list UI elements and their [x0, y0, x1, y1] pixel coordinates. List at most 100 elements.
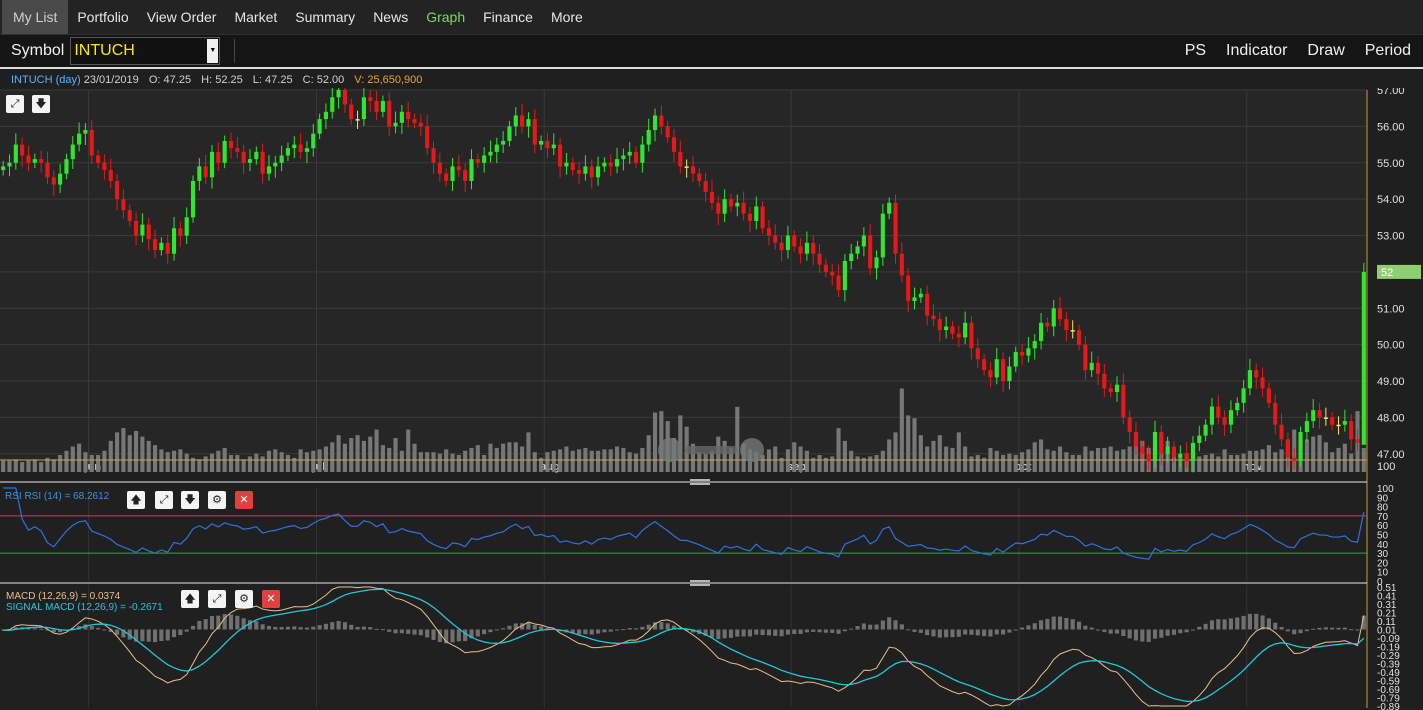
- arrow-down-icon[interactable]: 🡇: [32, 95, 50, 113]
- tab-portfolio[interactable]: Portfolio: [68, 0, 137, 34]
- volume-bar: [703, 453, 708, 472]
- volume-bar: [361, 440, 366, 472]
- macd-histogram-bar: [475, 629, 480, 637]
- expand-icon[interactable]: ⤢: [208, 590, 226, 608]
- macd-histogram-bar: [659, 622, 664, 630]
- candle: [165, 242, 170, 254]
- divider: [0, 67, 1423, 69]
- candle: [570, 162, 575, 171]
- arrow-up-icon[interactable]: 🡅: [181, 590, 199, 608]
- close-icon[interactable]: ✕: [235, 491, 253, 509]
- symbol-input[interactable]: [71, 41, 197, 61]
- price-pane: [0, 90, 1367, 472]
- candle: [1013, 351, 1018, 367]
- macd-histogram-bar: [418, 629, 423, 636]
- tab-summary[interactable]: Summary: [286, 0, 364, 34]
- tab-more[interactable]: More: [542, 0, 592, 34]
- volume-bar: [374, 429, 379, 472]
- macd-histogram-bar: [1279, 626, 1284, 630]
- candle: [444, 173, 449, 181]
- candle: [899, 253, 904, 276]
- candle: [1349, 421, 1354, 440]
- gear-icon[interactable]: ⚙: [208, 491, 226, 509]
- chevron-down-icon[interactable]: ▼: [207, 39, 219, 63]
- gear-icon[interactable]: ⚙: [235, 590, 253, 608]
- volume-bar: [520, 446, 525, 472]
- draw-button[interactable]: Draw: [1307, 42, 1344, 60]
- candle: [931, 315, 936, 320]
- candle: [260, 151, 265, 174]
- candle: [235, 148, 240, 152]
- candle: [1032, 341, 1037, 349]
- tab-market[interactable]: Market: [225, 0, 286, 34]
- candle: [868, 235, 873, 269]
- candle: [456, 166, 461, 171]
- arrow-up-icon[interactable]: 🡅: [127, 491, 145, 509]
- period-button[interactable]: Period: [1365, 42, 1411, 60]
- macd-histogram-bar: [596, 629, 601, 634]
- symbol-select[interactable]: ▼: [70, 37, 221, 65]
- volume-bar: [602, 449, 607, 472]
- macd-histogram-bar: [292, 626, 297, 630]
- candle: [247, 159, 253, 163]
- candle: [1222, 417, 1227, 425]
- candle: [798, 246, 803, 254]
- macd-histogram-bar: [456, 629, 461, 642]
- volume-bar: [1323, 442, 1328, 472]
- candle: [950, 326, 955, 334]
- volume-bar: [418, 452, 423, 472]
- macd-histogram-bar: [760, 629, 765, 636]
- tab-news[interactable]: News: [364, 0, 417, 34]
- macd-histogram-bar: [197, 620, 202, 630]
- candle: [1235, 402, 1240, 411]
- close-label: C:: [302, 74, 314, 86]
- volume-bar: [773, 446, 778, 472]
- candle: [551, 144, 556, 149]
- volume-bar: [279, 452, 284, 472]
- macd-histogram-bar: [754, 629, 759, 635]
- volume-bar: [228, 455, 234, 472]
- price-tick-label: 56.00: [1377, 121, 1405, 133]
- tab-graph[interactable]: Graph: [417, 0, 474, 34]
- macd-histogram-bar: [1228, 618, 1233, 630]
- macd-histogram-bar: [1241, 615, 1246, 630]
- volume-bar: [241, 459, 246, 472]
- volume-bar: [406, 429, 411, 472]
- low-value: 47.25: [265, 74, 293, 86]
- indicator-button[interactable]: Indicator: [1226, 42, 1287, 60]
- macd-histogram-bar: [165, 629, 170, 641]
- macd-histogram-bar: [89, 626, 94, 630]
- macd-histogram-bar: [722, 629, 727, 639]
- tab-view-order[interactable]: View Order: [138, 0, 226, 34]
- macd-histogram-bar: [1298, 629, 1303, 634]
- volume-bar: [26, 460, 31, 472]
- zoom-out-icon: [658, 438, 682, 462]
- close-icon[interactable]: ✕: [262, 590, 280, 608]
- volume-bar: [1007, 453, 1012, 472]
- candle: [728, 199, 734, 207]
- ps-button[interactable]: PS: [1185, 42, 1206, 60]
- candle: [412, 119, 417, 123]
- volume-bar: [330, 442, 335, 472]
- volume-bar: [1064, 452, 1069, 472]
- volume-bar: [1013, 455, 1018, 472]
- macd-histogram-bar: [1083, 625, 1088, 630]
- macd-histogram-bar: [1020, 627, 1025, 630]
- arrow-down-icon[interactable]: 🡇: [181, 491, 199, 509]
- tab-finance[interactable]: Finance: [474, 0, 542, 34]
- candle: [1064, 319, 1069, 331]
- macd-histogram-bar: [393, 629, 398, 634]
- volume-bar: [1076, 455, 1082, 472]
- stock-chart[interactable]: junjulaugsepoctnovdec201957.0056.0055.00…: [0, 88, 1423, 710]
- macd-histogram-bar: [899, 624, 904, 630]
- volume-bar: [89, 455, 94, 472]
- expand-icon[interactable]: ⤢: [6, 95, 24, 113]
- volume-bar: [273, 449, 278, 472]
- volume-bar: [925, 446, 930, 472]
- expand-icon[interactable]: ⤢: [155, 491, 173, 509]
- volume-bar: [849, 450, 854, 472]
- volume-bar: [317, 449, 322, 472]
- candle: [323, 111, 328, 120]
- tab-my-list[interactable]: My List: [2, 0, 69, 34]
- macd-histogram-bar: [399, 629, 404, 634]
